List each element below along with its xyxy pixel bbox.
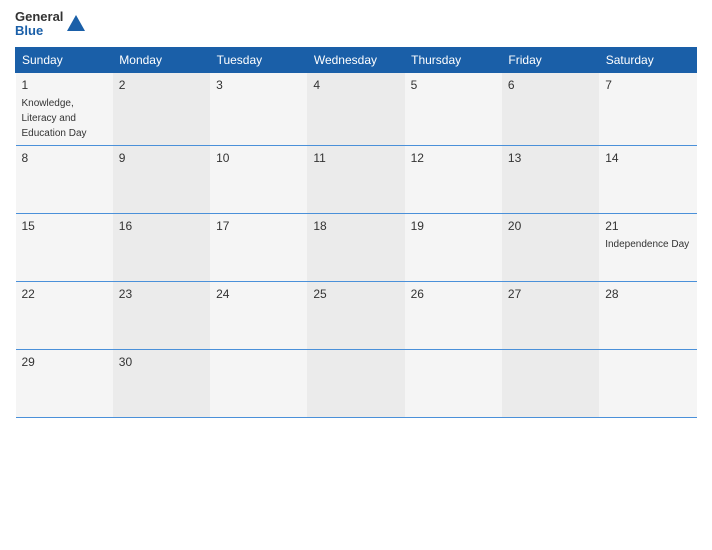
calendar-cell: 4 [307,72,404,145]
day-header-thursday: Thursday [405,47,502,72]
calendar-cell: 8 [16,145,113,213]
day-header-monday: Monday [113,47,210,72]
day-number: 17 [216,219,301,233]
calendar-cell [307,349,404,417]
calendar-cell: 16 [113,213,210,281]
calendar-cell: 13 [502,145,599,213]
day-number: 8 [22,151,107,165]
calendar-cell: 25 [307,281,404,349]
day-number: 24 [216,287,301,301]
day-number: 14 [605,151,690,165]
page-header: GeneralBlue [15,10,697,39]
logo: GeneralBlue [15,10,87,39]
day-number: 30 [119,355,204,369]
calendar-cell: 17 [210,213,307,281]
calendar-cell [210,349,307,417]
day-number: 4 [313,78,398,92]
calendar-cell: 23 [113,281,210,349]
day-number: 5 [411,78,496,92]
calendar-cell: 6 [502,72,599,145]
logo-text: GeneralBlue [15,10,63,39]
day-number: 13 [508,151,593,165]
calendar-cell: 21 Independence Day [599,213,696,281]
days-of-week-row: SundayMondayTuesdayWednesdayThursdayFrid… [16,47,697,72]
calendar-cell: 19 [405,213,502,281]
logo-icon [65,13,87,35]
day-number: 3 [216,78,301,92]
day-header-tuesday: Tuesday [210,47,307,72]
calendar-body: 1Knowledge, Literacy and Education Day23… [16,72,697,417]
calendar-cell: 11 [307,145,404,213]
calendar-cell [599,349,696,417]
day-header-saturday: Saturday [599,47,696,72]
day-number: 21 [605,219,690,233]
day-number: 29 [22,355,107,369]
calendar-cell: 28 [599,281,696,349]
day-number: 18 [313,219,398,233]
calendar-cell: 22 [16,281,113,349]
calendar-cell: 30 [113,349,210,417]
week-row-2: 89 10 11 12 13 14 [16,145,697,213]
calendar-cell: 14 [599,145,696,213]
calendar-cell: 2 [113,72,210,145]
week-row-4: 22 23 24 25 26 27 28 [16,281,697,349]
event-label: Knowledge, Literacy and Education Day [22,98,87,139]
event-label: Independence Day [605,239,689,250]
calendar-cell: 18 [307,213,404,281]
day-number: 27 [508,287,593,301]
day-number: 26 [411,287,496,301]
week-row-1: 1 Knowledge, Literacy and Education Day 23… [16,72,697,145]
day-number: 9 [119,151,204,165]
day-number: 12 [411,151,496,165]
calendar-cell: 20 [502,213,599,281]
calendar-table: SundayMondayTuesdayWednesdayThursdayFrid… [15,47,697,418]
calendar-cell: 1 Knowledge, Literacy and Education Day [16,72,113,145]
day-number: 1 [22,78,107,92]
day-number: 28 [605,287,690,301]
calendar-cell: 3 [210,72,307,145]
day-number: 15 [22,219,107,233]
day-number: 20 [508,219,593,233]
day-number: 11 [313,151,398,165]
day-header-wednesday: Wednesday [307,47,404,72]
day-number: 23 [119,287,204,301]
calendar-cell: 29 [16,349,113,417]
week-row-3: 15 16 17 18 19 20 21 Independence Day [16,213,697,281]
calendar-page: GeneralBlue SundayMondayTuesdayWednesday… [0,0,712,550]
calendar-cell: 5 [405,72,502,145]
day-number: 19 [411,219,496,233]
calendar-cell: 7 [599,72,696,145]
calendar-cell: 9 [113,145,210,213]
calendar-cell: 15 [16,213,113,281]
calendar-header: SundayMondayTuesdayWednesdayThursdayFrid… [16,47,697,72]
calendar-cell: 10 [210,145,307,213]
day-number: 7 [605,78,690,92]
day-number: 6 [508,78,593,92]
calendar-cell: 26 [405,281,502,349]
calendar-cell [502,349,599,417]
day-number: 25 [313,287,398,301]
day-number: 10 [216,151,301,165]
calendar-cell: 27 [502,281,599,349]
day-header-sunday: Sunday [16,47,113,72]
day-number: 16 [119,219,204,233]
day-number: 2 [119,78,204,92]
calendar-cell: 12 [405,145,502,213]
week-row-5: 29 30 [16,349,697,417]
day-header-friday: Friday [502,47,599,72]
day-number: 22 [22,287,107,301]
calendar-cell [405,349,502,417]
calendar-cell: 24 [210,281,307,349]
